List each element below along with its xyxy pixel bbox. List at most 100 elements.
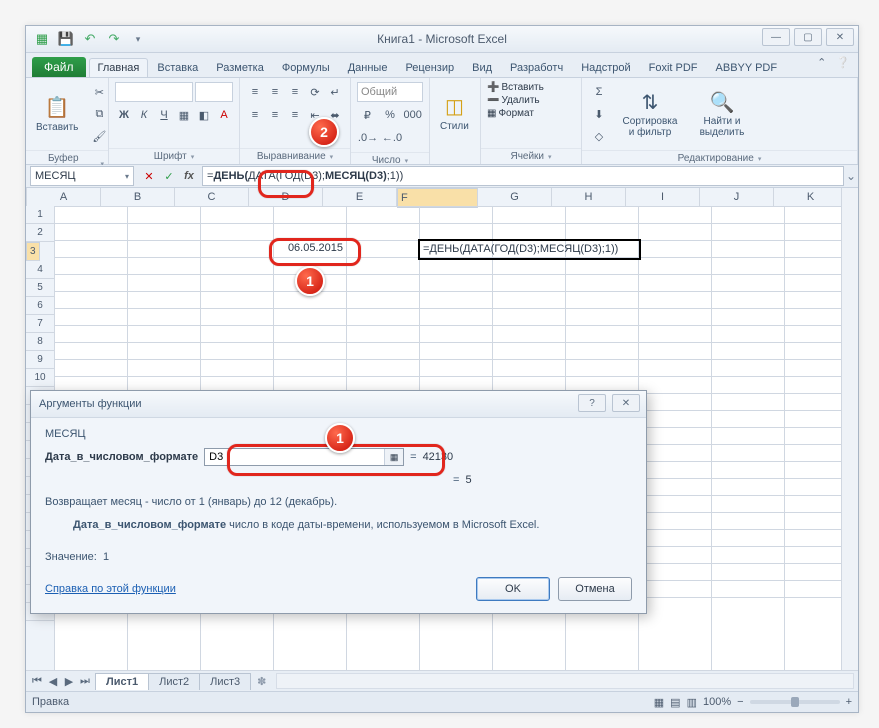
cut-icon[interactable]: ✂: [88, 82, 110, 102]
view-layout-icon[interactable]: ▤: [670, 696, 680, 709]
cell-F3[interactable]: =ДЕНЬ(ДАТА(ГОД(D3);МЕСЯЦ(D3);1)): [418, 239, 641, 260]
fx-icon[interactable]: fx: [180, 167, 198, 185]
cancel-formula-icon[interactable]: ✕: [140, 167, 158, 185]
paste-button[interactable]: 📋 Вставить: [32, 94, 82, 135]
dialog-titlebar[interactable]: Аргументы функции ? ✕: [31, 391, 646, 418]
tab-review[interactable]: Рецензир: [396, 58, 463, 77]
column-header[interactable]: J: [700, 188, 774, 206]
border-button[interactable]: ▦: [175, 105, 193, 125]
horizontal-scrollbar[interactable]: [276, 673, 854, 689]
row-header[interactable]: 7: [26, 315, 54, 333]
next-sheet-icon[interactable]: ▶: [62, 675, 76, 688]
row-header[interactable]: 10: [26, 369, 54, 387]
column-header[interactable]: E: [323, 188, 397, 206]
font-color-button[interactable]: A: [215, 105, 233, 125]
row-header[interactable]: 1: [26, 206, 54, 224]
row-header[interactable]: 4: [26, 261, 54, 279]
sheet-tab-1[interactable]: Лист1: [95, 673, 149, 690]
formula-input[interactable]: =ДЕНЬ(ДАТА(ГОД(D3);МЕСЯЦ(D3);1)): [202, 166, 844, 186]
format-painter-icon[interactable]: 🖌: [88, 126, 110, 146]
sheet-tab-2[interactable]: Лист2: [148, 673, 200, 690]
ok-button[interactable]: OK: [476, 577, 550, 601]
expand-formula-icon[interactable]: ⌄: [844, 169, 858, 183]
tab-home[interactable]: Главная: [89, 58, 149, 77]
prev-sheet-icon[interactable]: ◀: [46, 675, 60, 688]
last-sheet-icon[interactable]: ⏭: [78, 675, 92, 688]
tab-foxit[interactable]: Foxit PDF: [640, 58, 707, 77]
comma-icon[interactable]: 000: [402, 105, 423, 125]
view-normal-icon[interactable]: ▦: [654, 696, 664, 709]
column-header[interactable]: K: [774, 188, 848, 206]
currency-icon[interactable]: ₽: [357, 105, 378, 125]
align-bottom-icon[interactable]: ≡: [286, 82, 304, 102]
copy-icon[interactable]: ⧉: [88, 104, 110, 124]
indent-dec-icon[interactable]: ⇤: [306, 105, 324, 125]
view-pagebreak-icon[interactable]: ▥: [687, 696, 697, 709]
minimize-ribbon-icon[interactable]: ⌃: [817, 56, 826, 69]
zoom-in-icon[interactable]: +: [846, 696, 852, 708]
wrap-text-icon[interactable]: ↵: [326, 82, 344, 102]
close-button[interactable]: ✕: [826, 28, 854, 46]
sum-icon[interactable]: Σ: [588, 82, 610, 102]
zoom-slider[interactable]: [750, 700, 840, 704]
tab-addins[interactable]: Надстрой: [572, 58, 639, 77]
insert-cells-button[interactable]: ➕Вставить: [487, 82, 575, 93]
column-header[interactable]: D: [249, 188, 323, 206]
zoom-out-icon[interactable]: −: [737, 696, 743, 708]
percent-icon[interactable]: %: [380, 105, 401, 125]
find-select-button[interactable]: 🔍 Найти и выделить: [690, 88, 754, 140]
dialog-help-link[interactable]: Справка по этой функции: [45, 583, 176, 595]
underline-button[interactable]: Ч: [155, 105, 173, 125]
row-header[interactable]: 2: [26, 224, 54, 242]
column-header[interactable]: F: [397, 188, 478, 208]
merge-icon[interactable]: ⬌: [326, 105, 344, 125]
collapse-dialog-icon[interactable]: ▦: [384, 449, 403, 465]
tab-layout[interactable]: Разметка: [207, 58, 273, 77]
column-header[interactable]: A: [27, 188, 101, 206]
column-header[interactable]: H: [552, 188, 626, 206]
vertical-scrollbar[interactable]: [841, 188, 858, 670]
sheet-tab-3[interactable]: Лист3: [199, 673, 251, 690]
new-sheet-icon[interactable]: ✽: [251, 675, 272, 688]
row-header[interactable]: 3: [26, 242, 40, 261]
row-header[interactable]: 5: [26, 279, 54, 297]
number-format-select[interactable]: Общий: [357, 82, 423, 102]
maximize-button[interactable]: ▢: [794, 28, 822, 46]
column-header[interactable]: C: [175, 188, 249, 206]
align-top-icon[interactable]: ≡: [246, 82, 264, 102]
italic-button[interactable]: К: [135, 105, 153, 125]
zoom-level[interactable]: 100%: [703, 696, 731, 708]
tab-formulas[interactable]: Формулы: [273, 58, 339, 77]
increase-decimal-icon[interactable]: .0→: [357, 128, 379, 148]
row-header[interactable]: 8: [26, 333, 54, 351]
enter-formula-icon[interactable]: ✓: [160, 167, 178, 185]
delete-cells-button[interactable]: ➖Удалить: [487, 95, 575, 106]
decrease-decimal-icon[interactable]: ←.0: [381, 128, 403, 148]
cell-D3[interactable]: 06.05.2015: [273, 240, 346, 257]
dialog-arg-input[interactable]: [204, 448, 404, 466]
tab-view[interactable]: Вид: [463, 58, 501, 77]
styles-button[interactable]: ◫ Стили: [436, 93, 473, 134]
align-right-icon[interactable]: ≡: [286, 105, 304, 125]
align-center-icon[interactable]: ≡: [266, 105, 284, 125]
column-header[interactable]: B: [101, 188, 175, 206]
save-icon[interactable]: 💾: [58, 31, 74, 47]
clear-icon[interactable]: ◇: [588, 126, 610, 146]
bold-button[interactable]: Ж: [115, 105, 133, 125]
cancel-button[interactable]: Отмена: [558, 577, 632, 601]
tab-data[interactable]: Данные: [339, 58, 397, 77]
fill-color-button[interactable]: ◧: [195, 105, 213, 125]
dialog-close-icon[interactable]: ✕: [612, 394, 640, 412]
tab-insert[interactable]: Вставка: [148, 58, 207, 77]
file-tab[interactable]: Файл: [32, 57, 86, 77]
orientation-icon[interactable]: ⟳: [306, 82, 324, 102]
help-icon[interactable]: ❔: [836, 56, 850, 69]
sort-filter-button[interactable]: ⇅ Сортировка и фильтр: [616, 88, 684, 140]
format-cells-button[interactable]: ▦Формат: [487, 108, 575, 119]
first-sheet-icon[interactable]: ⏮: [30, 675, 44, 688]
redo-icon[interactable]: ↷: [106, 31, 122, 47]
tab-developer[interactable]: Разработч: [501, 58, 572, 77]
undo-icon[interactable]: ↶: [82, 31, 98, 47]
row-header[interactable]: 6: [26, 297, 54, 315]
align-middle-icon[interactable]: ≡: [266, 82, 284, 102]
